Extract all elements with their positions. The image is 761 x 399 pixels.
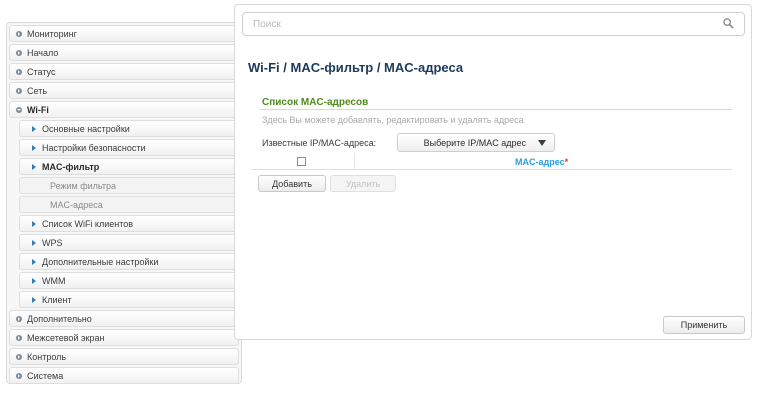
sidebar-item-label: WPS <box>42 237 63 248</box>
section-title: Список MAC-адресов <box>262 97 369 108</box>
collapsed-bullet-icon <box>16 372 22 379</box>
sidebar-item-filter-mode[interactable]: Режим фильтра <box>19 177 239 194</box>
sidebar-item-label: Wi-Fi <box>27 104 49 115</box>
sidebar-item-label: Список WiFi клиентов <box>42 218 134 229</box>
sidebar-item-label: Настройки безопасности <box>42 142 146 153</box>
column-divider <box>354 154 355 170</box>
collapsed-bullet-icon <box>16 87 22 94</box>
table-header: MAC-адрес* <box>251 154 732 170</box>
collapsed-bullet-icon <box>16 353 22 360</box>
sidebar-item-label: WMM <box>42 275 66 286</box>
sidebar-item-network[interactable]: Сеть <box>9 82 239 99</box>
sidebar-item-label: Система <box>27 370 64 381</box>
sidebar-item-label: MAC-фильтр <box>42 161 100 172</box>
delete-button[interactable]: Удалить <box>330 175 396 192</box>
add-button[interactable]: Добавить <box>258 175 326 192</box>
page-title: Wi-Fi / MAC-фильтр / MAC-адреса <box>248 60 464 75</box>
sidebar-item-label: Дополнительно <box>27 313 92 324</box>
known-addresses-label: Известные IP/MAC-адреса: <box>262 138 377 148</box>
triangle-right-icon <box>32 258 36 265</box>
sidebar-item-mac-addresses[interactable]: MAC-адреса <box>19 196 239 213</box>
triangle-right-icon <box>32 144 36 151</box>
sidebar-item-firewall[interactable]: Межсетевой экран <box>9 329 239 346</box>
known-addresses-select[interactable]: Выберите IP/MAC адрес <box>397 133 555 152</box>
sidebar-item-wifi-clients[interactable]: Список WiFi клиентов <box>19 215 239 232</box>
triangle-right-icon <box>32 296 36 303</box>
search-input[interactable]: Поиск <box>242 12 745 36</box>
sidebar-item-label: Мониторинг <box>27 28 77 39</box>
sidebar-item-label: Режим фильтра <box>50 180 117 191</box>
apply-button[interactable]: Применить <box>663 316 745 334</box>
collapsed-bullet-icon <box>16 334 22 341</box>
sidebar-item-label: Основные настройки <box>42 123 130 134</box>
search-placeholder: Поиск <box>253 18 281 30</box>
sidebar-item-label: Клиент <box>42 294 72 305</box>
sidebar-item-label: Начало <box>27 47 59 58</box>
sidebar-item-label: Статус <box>27 66 56 77</box>
sidebar-item-security-settings[interactable]: Настройки безопасности <box>19 139 239 156</box>
sidebar-item-label: Дополнительные настройки <box>42 256 159 267</box>
sidebar-item-wps[interactable]: WPS <box>19 234 239 251</box>
triangle-right-icon <box>32 220 36 227</box>
sidebar-menu: Мониторинг Начало Статус Сеть Wi-Fi Осно… <box>6 22 242 384</box>
triangle-right-icon <box>32 277 36 284</box>
sidebar-item-status[interactable]: Статус <box>9 63 239 80</box>
sidebar-item-wmm[interactable]: WMM <box>19 272 239 289</box>
sidebar-item-advanced-settings[interactable]: Дополнительные настройки <box>19 253 239 270</box>
triangle-right-icon <box>32 125 36 132</box>
collapsed-bullet-icon <box>16 49 22 56</box>
section-divider <box>260 109 732 110</box>
column-header-mac: MAC-адрес* <box>515 157 568 167</box>
dropdown-arrow-icon <box>538 140 546 146</box>
sidebar-item-system[interactable]: Система <box>9 367 239 384</box>
select-all-checkbox[interactable] <box>297 157 306 166</box>
search-icon[interactable] <box>723 18 734 29</box>
sidebar-item-basic-settings[interactable]: Основные настройки <box>19 120 239 137</box>
section-description: Здесь Вы можете добавлять, редактировать… <box>262 115 524 125</box>
sidebar-item-label: MAC-адреса <box>50 199 103 210</box>
required-mark: * <box>564 157 569 167</box>
expanded-bullet-icon <box>16 106 22 113</box>
sidebar-item-mac-filter[interactable]: MAC-фильтр <box>19 158 239 175</box>
sidebar-item-label: Контроль <box>27 351 67 362</box>
triangle-right-icon <box>32 239 36 246</box>
collapsed-bullet-icon <box>16 315 22 322</box>
sidebar-item-monitoring[interactable]: Мониторинг <box>9 25 239 42</box>
column-header-label: MAC-адрес <box>515 157 565 167</box>
main-panel: Поиск Wi-Fi / MAC-фильтр / MAC-адреса Сп… <box>234 4 752 340</box>
collapsed-bullet-icon <box>16 30 22 37</box>
sidebar-item-control[interactable]: Контроль <box>9 348 239 365</box>
sidebar-item-client[interactable]: Клиент <box>19 291 239 308</box>
sidebar-item-wifi[interactable]: Wi-Fi <box>9 101 239 118</box>
collapsed-bullet-icon <box>16 68 22 75</box>
triangle-right-icon <box>32 163 36 170</box>
sidebar-item-start[interactable]: Начало <box>9 44 239 61</box>
sidebar-item-advanced[interactable]: Дополнительно <box>9 310 239 327</box>
select-value: Выберите IP/MAC адрес <box>423 137 526 148</box>
sidebar-item-label: Сеть <box>27 85 48 96</box>
sidebar-item-label: Межсетевой экран <box>27 332 105 343</box>
